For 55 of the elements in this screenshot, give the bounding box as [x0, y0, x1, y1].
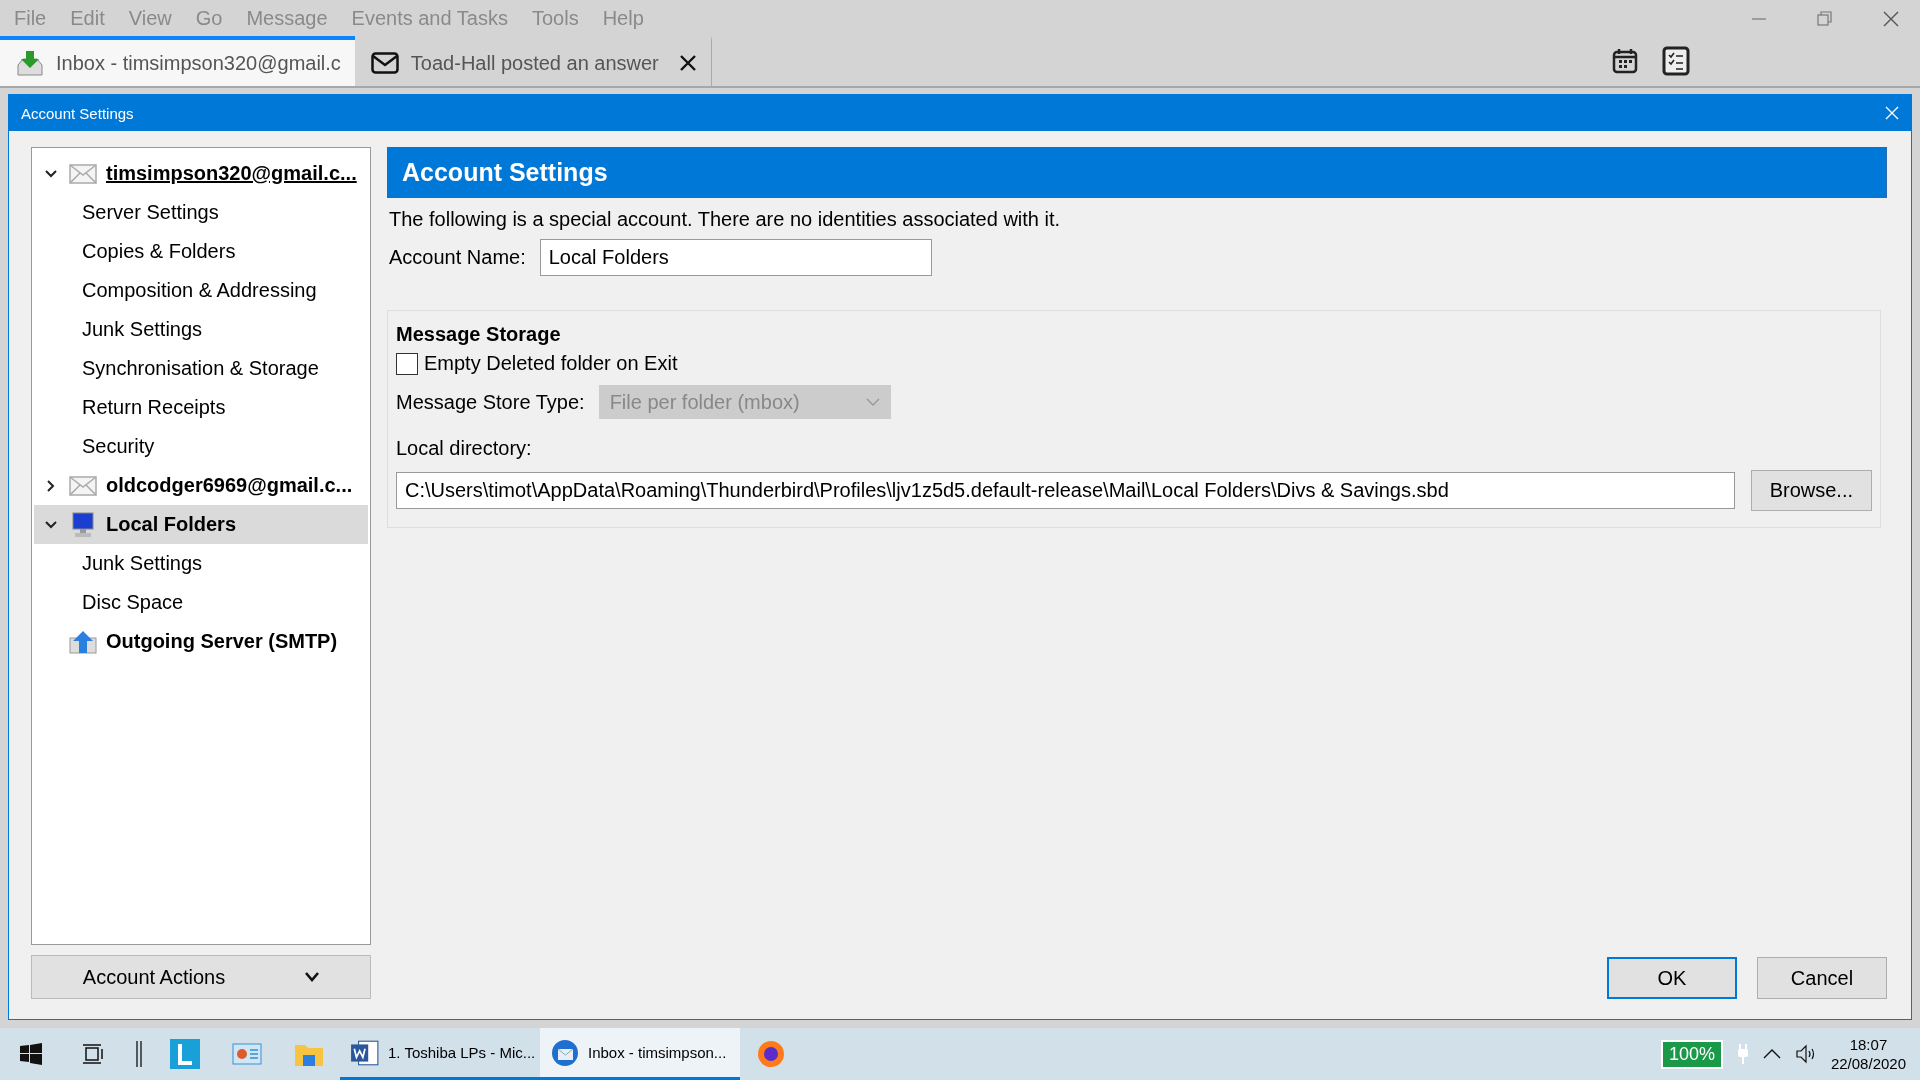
- tab-title: Toad-Hall posted an answer: [410, 51, 659, 75]
- chevron-icon: [305, 972, 320, 982]
- tab[interactable]: Inbox - timsimpson320@gmail.c: [0, 36, 355, 86]
- bird-envelope-icon: [550, 1037, 580, 1068]
- account-actions-button[interactable]: Account Actions: [31, 955, 371, 999]
- page-header: Account Settings: [387, 147, 1887, 198]
- task-list-icon[interactable]: [1662, 46, 1690, 76]
- browser-globe-icon[interactable]: [756, 1039, 786, 1069]
- tree-item[interactable]: Copies & Folders: [34, 232, 368, 271]
- tab[interactable]: Toad-Hall posted an answer: [354, 36, 712, 86]
- clock[interactable]: 18:07 22/08/2020: [1830, 1034, 1906, 1074]
- field-label: Message Store Type:: [396, 390, 585, 414]
- checkbox[interactable]: [396, 352, 418, 375]
- tree-item[interactable]: timsimpson320@gmail.c...: [34, 154, 368, 193]
- taskbar-app[interactable]: Inbox - timsimpson...: [540, 1028, 740, 1080]
- tree-item[interactable]: Server Settings: [34, 193, 368, 232]
- inbox-download-icon: [16, 49, 44, 77]
- dialog-button[interactable]: OK: [1607, 957, 1737, 999]
- browse-button[interactable]: Browse...: [1750, 470, 1872, 511]
- checkbox-label[interactable]: Empty Deleted folder on Exit: [424, 352, 678, 375]
- battery-indicator[interactable]: 100%: [1660, 1039, 1723, 1069]
- divider-icon: [135, 1041, 143, 1067]
- chevron-icon: [865, 397, 880, 407]
- tree-item[interactable]: Junk Settings: [34, 310, 368, 349]
- envelope-icon: [69, 475, 97, 496]
- field-label: Account Name:: [389, 246, 526, 269]
- tree-item[interactable]: Local Folders: [34, 505, 368, 544]
- control-panel-icon[interactable]: [232, 1042, 262, 1066]
- speaker-icon[interactable]: [1794, 1044, 1817, 1064]
- envelope-icon: [370, 52, 399, 74]
- computer-icon: [71, 511, 95, 538]
- tree-item[interactable]: Synchronisation & Storage: [34, 349, 368, 388]
- tree-item[interactable]: Junk Settings: [34, 544, 368, 583]
- tab-title: Inbox - timsimpson320@gmail.c: [56, 51, 341, 75]
- info-text: The following is a special account. There are no identities associated with it.: [389, 208, 1062, 231]
- directory-path-field[interactable]: C:\Users\timot\AppData\Roaming\Thunderbird\Profiles\ljv1z5d5.default-release\Mail\Local Folders\Divs & Savings.sbd: [396, 472, 1735, 509]
- field-label: Local directory:: [396, 437, 533, 460]
- group-title: Message Storage: [396, 323, 562, 346]
- tree-item[interactable]: oldcodger6969@gmail.c...: [34, 466, 368, 505]
- upload-arrow-icon: [69, 629, 97, 654]
- caret-up-icon[interactable]: [1762, 1048, 1781, 1060]
- calendar-icon[interactable]: [1612, 48, 1638, 74]
- task-view-icon[interactable]: [81, 1043, 105, 1065]
- tree-item[interactable]: Disc Space: [34, 583, 368, 622]
- tree-item[interactable]: Outgoing Server (SMTP): [34, 622, 368, 661]
- tree-item[interactable]: Security: [34, 427, 368, 466]
- windows-logo-icon[interactable]: [20, 1043, 42, 1065]
- letter-tile-icon[interactable]: [170, 1039, 200, 1069]
- tree-item[interactable]: Composition & Addressing: [34, 271, 368, 310]
- tree-item[interactable]: Return Receipts: [34, 388, 368, 427]
- envelope-icon: [69, 163, 97, 184]
- dialog-button[interactable]: Cancel: [1757, 957, 1887, 999]
- account-name-field[interactable]: Local Folders: [539, 239, 932, 276]
- close-icon[interactable]: [678, 54, 697, 72]
- dialog-title: Account Settings: [21, 104, 134, 122]
